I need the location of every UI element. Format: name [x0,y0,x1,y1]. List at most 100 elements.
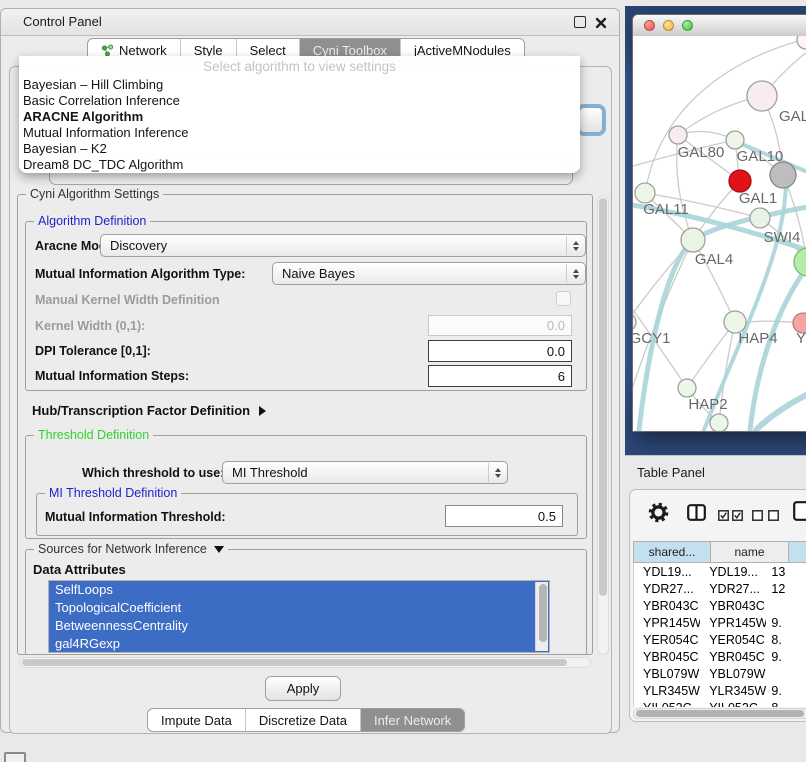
sources-legend-text: Sources for Network Inference [38,542,207,556]
table-cell: YDL19... [634,565,700,579]
table-row[interactable]: YER054CYER054C8. [634,631,806,648]
network-node-hap2[interactable] [678,379,696,397]
table-cell: YDR27... [700,582,766,596]
network-node-gray-node[interactable] [770,162,796,188]
table-body: YDL19...YDL19...13YDR27...YDR27...12YBR0… [633,563,806,707]
column-header[interactable]: name [711,541,789,563]
mi-threshold-label: Mutual Information Threshold: [45,510,226,524]
table-row[interactable]: YLR345WYLR345W9. [634,682,806,699]
settings-vertical-scrollbar[interactable] [597,195,609,655]
algorithm-definition-group: Algorithm Definition Aracne Mode: Discov… [25,221,587,391]
column-header[interactable]: shared... [633,541,711,563]
network-graph: GALGAL80GAL10GAL1GAL11SWI4GAL4GCY1HAP4YH… [633,36,806,431]
close-window-icon[interactable] [644,20,655,31]
table-horizontal-scrollbar[interactable] [633,708,806,719]
table-row[interactable]: YBR043CYBR043C [634,597,806,614]
mi-steps-field[interactable]: 6 [428,365,572,387]
minimized-panel-button[interactable] [4,752,26,762]
settings-horizontal-scrollbar[interactable] [19,657,591,668]
network-window-titlebar [633,15,806,37]
tab-infer-network[interactable]: Infer Network [360,709,464,731]
which-threshold-combo[interactable]: MI Threshold [222,461,508,484]
table-header-row: shared...name [633,541,806,563]
algorithm-option[interactable]: Basic Correlation Inference [23,93,576,109]
algorithm-option[interactable]: Bayesian – K2 [23,141,576,157]
scrollbar-thumb[interactable] [636,710,804,717]
network-node-gcy1[interactable] [633,313,636,331]
mi-threshold-group: MI Threshold Definition Mutual Informati… [36,493,578,536]
combo-stepper-icon [566,236,584,255]
network-node-gal1[interactable] [729,170,751,192]
network-node-gal11[interactable] [635,183,655,203]
page-icon-partial[interactable] [793,501,806,526]
node-label: GAL [779,108,806,125]
network-node-gal80[interactable] [669,126,687,144]
cyni-mode-tabs: Impute DataDiscretize DataInfer Network [147,708,465,732]
table-cell: 13 [766,565,806,579]
float-window-icon[interactable] [574,16,586,28]
algorithm-option[interactable]: Bayesian – Hill Climbing [23,77,576,93]
dpi-tolerance-label: DPI Tolerance [0,1]: [35,344,151,358]
table-row[interactable]: YBL079WYBL079W [634,665,806,682]
mi-threshold-field[interactable]: 0.5 [445,505,563,527]
node-label: GAL1 [739,190,777,207]
table-row[interactable]: YDL19...YDL19...13 [634,563,806,580]
gear-icon[interactable] [648,502,669,528]
data-attribute-item[interactable]: gal4RGexp [49,635,549,653]
list-scrollbar-thumb[interactable] [539,584,547,642]
checked-pair-icon[interactable] [718,508,743,526]
table-cell: YIL052C [700,701,766,708]
network-node-swi4[interactable] [750,208,770,228]
table-row[interactable]: YBR045CYBR045C9. [634,648,806,665]
network-node-gal10[interactable] [726,131,744,149]
manual-kernel-checkbox[interactable] [556,291,571,306]
network-canvas[interactable]: GALGAL80GAL10GAL1GAL11SWI4GAL4GCY1HAP4YH… [633,36,806,431]
algorithm-option[interactable]: Mutual Information Inference [23,125,576,141]
table-row[interactable]: YDR27...YDR27...12 [634,580,806,597]
threshold-definition-legend: Threshold Definition [34,428,153,442]
zoom-window-icon[interactable] [682,20,693,31]
network-node-green-node[interactable] [794,248,806,276]
data-attribute-item[interactable]: BetweennessCentrality [49,617,549,635]
network-view-window: GALGAL80GAL10GAL1GAL11SWI4GAL4GCY1HAP4YH… [632,14,806,432]
data-attribute-item[interactable]: SelfLoops [49,581,549,599]
mi-type-combo[interactable]: Naive Bayes [272,262,586,285]
node-label: GAL11 [643,201,689,218]
threshold-definition-group: Threshold Definition Which threshold to … [25,435,587,539]
table-cell: YPR145W [634,616,700,630]
network-node-gal4[interactable] [681,228,705,252]
node-label: HAP4 [738,330,777,347]
table-cell: YIL052C [634,701,700,708]
tab-discretize-data[interactable]: Discretize Data [245,709,360,731]
scrollbar-thumb[interactable] [22,659,567,666]
dpi-tolerance-field[interactable]: 0.0 [428,340,572,362]
algorithm-dropdown-popup: Select algorithm to view settings Bayesi… [19,56,580,173]
table-row[interactable]: YPR145WYPR145W9. [634,614,806,631]
combo-stepper-icon [488,463,506,482]
network-node-node-top-right[interactable] [797,36,806,49]
dropdown-hint: Select algorithm to view settings [19,59,580,74]
aracne-mode-combo[interactable]: Discovery [100,234,586,257]
column-header[interactable] [789,541,806,563]
unchecked-pair-icon[interactable] [752,508,779,526]
sources-legend[interactable]: Sources for Network Inference [34,542,228,556]
close-panel-icon[interactable] [595,16,607,28]
apply-button[interactable]: Apply [265,676,341,701]
cyni-algorithm-settings-group: Cyni Algorithm Settings Algorithm Defini… [17,194,593,655]
cyni-settings-legend: Cyni Algorithm Settings [26,187,163,201]
network-node-gal-top[interactable] [747,81,777,111]
data-attributes-list[interactable]: SelfLoopsTopologicalCoefficientBetweenne… [48,580,550,653]
table-cell: YDL19... [700,565,766,579]
minimize-window-icon[interactable] [663,20,674,31]
tab-impute-data[interactable]: Impute Data [148,709,245,731]
hub-section-header[interactable]: Hub/Transcription Factor Definition [32,403,266,418]
algorithm-option[interactable]: ARACNE Algorithm [23,109,576,125]
node-label: GCY1 [633,330,670,347]
table-row[interactable]: YIL052CYIL052C8 [634,699,806,707]
data-attribute-item[interactable]: TopologicalCoefficient [49,599,549,617]
algorithm-option[interactable]: Dream8 DC_TDC Algorithm [23,157,576,173]
mi-type-label: Mutual Information Algorithm Type: [35,267,245,281]
network-node-node-bottom[interactable] [710,414,728,431]
scrollbar-thumb[interactable] [599,198,607,596]
columns-icon[interactable] [687,504,706,526]
